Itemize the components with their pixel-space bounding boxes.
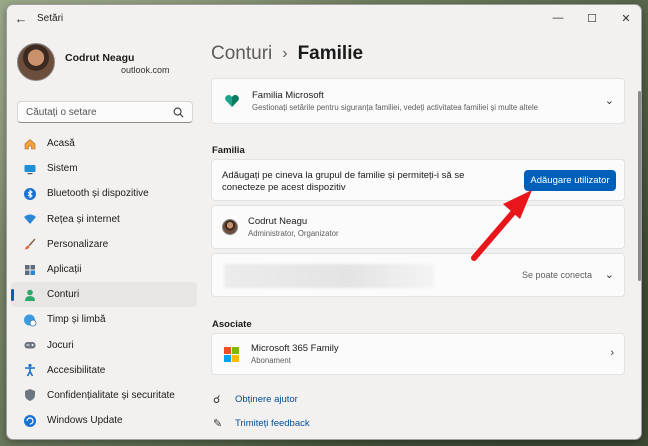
nav-item-windows-update[interactable]: Windows Update [11,408,197,433]
profile-email-domain: outlook.com [121,65,170,75]
associated-subtitle: Abonament [251,356,291,365]
bluetooth-icon [23,187,37,201]
nav-label: Rețea și internet [47,213,120,225]
wifi-icon [23,212,37,226]
add-member-card: Adăugați pe cineva la grupul de familie … [211,159,625,201]
main-content: Conturi › Familie Familia Microsoft Gest… [203,31,641,439]
monitor-icon [23,162,37,176]
window-title: Setări [37,12,64,24]
title-bar: ← Setări — ☐ ✕ [7,5,641,31]
nav-label: Aplicații [47,264,82,276]
profile-name: Codrut Neagu [65,52,135,64]
avatar [17,43,55,81]
update-icon [23,414,37,428]
nav-label: Jocuri [47,339,74,351]
back-button[interactable]: ← [7,5,35,31]
family-app-title: Familia Microsoft [252,90,324,101]
close-icon: ✕ [621,12,631,25]
back-arrow-icon: ← [14,10,28,26]
breadcrumb: Conturi › Familie [211,43,363,65]
nav-item-accessibility[interactable]: Accesibilitate [11,358,197,383]
settings-window: ← Setări — ☐ ✕ Codrut Neagu outlook.com … [6,4,642,440]
nav-item-personalization[interactable]: Personalizare [11,232,197,257]
chevron-right-icon: › [282,45,288,62]
help-icon: ☌ [213,394,221,406]
nav-label: Conturi [47,289,80,301]
profile[interactable]: Codrut Neagu outlook.com [17,43,170,81]
add-member-text: Adăugați pe cineva la grupul de familie … [222,170,465,193]
nav-label: Acasă [47,138,75,150]
maximize-button[interactable]: ☐ [575,5,609,31]
minimize-icon: — [552,12,564,24]
apps-icon [23,263,37,277]
nav-item-privacy-security[interactable]: Confidențialitate și securitate [11,383,197,408]
member-role: Administrator, Organizator [248,229,339,238]
chevron-down-icon[interactable]: ⌄ [605,268,614,281]
nav-item-home[interactable]: Acasă [11,131,197,156]
help-link-label: Obținere ajutor [235,394,298,405]
sidebar: Codrut Neagu outlook.com Căutați o setar… [7,31,203,439]
chevron-down-icon[interactable]: ⌄ [605,94,614,107]
maximize-icon: ☐ [587,12,597,25]
nav-label: Windows Update [47,415,123,427]
member-name: Codrut Neagu [248,216,308,227]
nav-item-system[interactable]: Sistem [11,156,197,181]
chevron-right-icon[interactable]: › [610,347,614,359]
nav-item-gaming[interactable]: Jocuri [11,333,197,358]
scrollbar[interactable] [638,91,641,281]
associated-title: Microsoft 365 Family [251,343,339,354]
associated-section-heading: Asociate [212,319,252,330]
family-app-card[interactable]: Familia Microsoft Gestionați setările pe… [211,78,625,124]
family-heart-icon [225,95,239,107]
nav-list: Acasă Sistem Bluetooth și dispozitive Re… [11,131,197,433]
add-user-button[interactable]: Adăugare utilizator [524,170,616,191]
family-member-row[interactable]: Codrut Neagu Administrator, Organizator [211,205,625,249]
member-avatar [222,219,238,235]
accessibility-icon [23,363,37,377]
nav-item-bluetooth[interactable]: Bluetooth și dispozitive [11,181,197,206]
close-button[interactable]: ✕ [609,5,641,31]
help-link[interactable]: ☌ Obținere ajutor [213,393,298,406]
nav-item-accounts[interactable]: Conturi [11,282,197,308]
microsoft-logo-icon [224,346,239,362]
profile-email: outlook.com [65,65,170,75]
person-icon [23,288,37,302]
redacted-member-info [224,264,434,288]
home-icon [23,137,37,151]
shield-icon [23,388,37,402]
search-input[interactable]: Căutați o setare [17,101,193,123]
hidden-member-row[interactable]: Se poate conecta ⌄ [211,253,625,297]
feedback-link[interactable]: ✎ Trimiteți feedback [213,417,310,430]
feedback-link-label: Trimiteți feedback [235,418,310,429]
search-icon [173,107,184,117]
page-title: Familie [297,43,364,64]
nav-label: Bluetooth și dispozitive [47,188,149,200]
nav-label: Accesibilitate [47,364,106,376]
feedback-icon: ✎ [213,418,223,430]
family-app-subtitle: Gestionați setările pentru siguranța fam… [252,103,539,112]
brush-icon [23,237,37,251]
microsoft-365-row[interactable]: Microsoft 365 Family Abonament › [211,333,625,375]
nav-label: Sistem [47,163,78,175]
globe-clock-icon [23,313,37,327]
nav-label: Personalizare [47,238,109,250]
family-section-heading: Familia [212,145,245,156]
member-status: Se poate conecta [521,270,592,280]
nav-item-network[interactable]: Rețea și internet [11,207,197,232]
minimize-button[interactable]: — [541,5,575,31]
search-placeholder: Căutați o setare [26,106,97,118]
email-redaction [65,66,121,75]
nav-label: Timp și limbă [47,314,106,326]
gamepad-icon [23,338,37,352]
nav-item-time-language[interactable]: Timp și limbă [11,307,197,332]
breadcrumb-parent[interactable]: Conturi [211,43,272,65]
nav-label: Confidențialitate și securitate [47,389,175,401]
nav-item-apps[interactable]: Aplicații [11,257,197,282]
